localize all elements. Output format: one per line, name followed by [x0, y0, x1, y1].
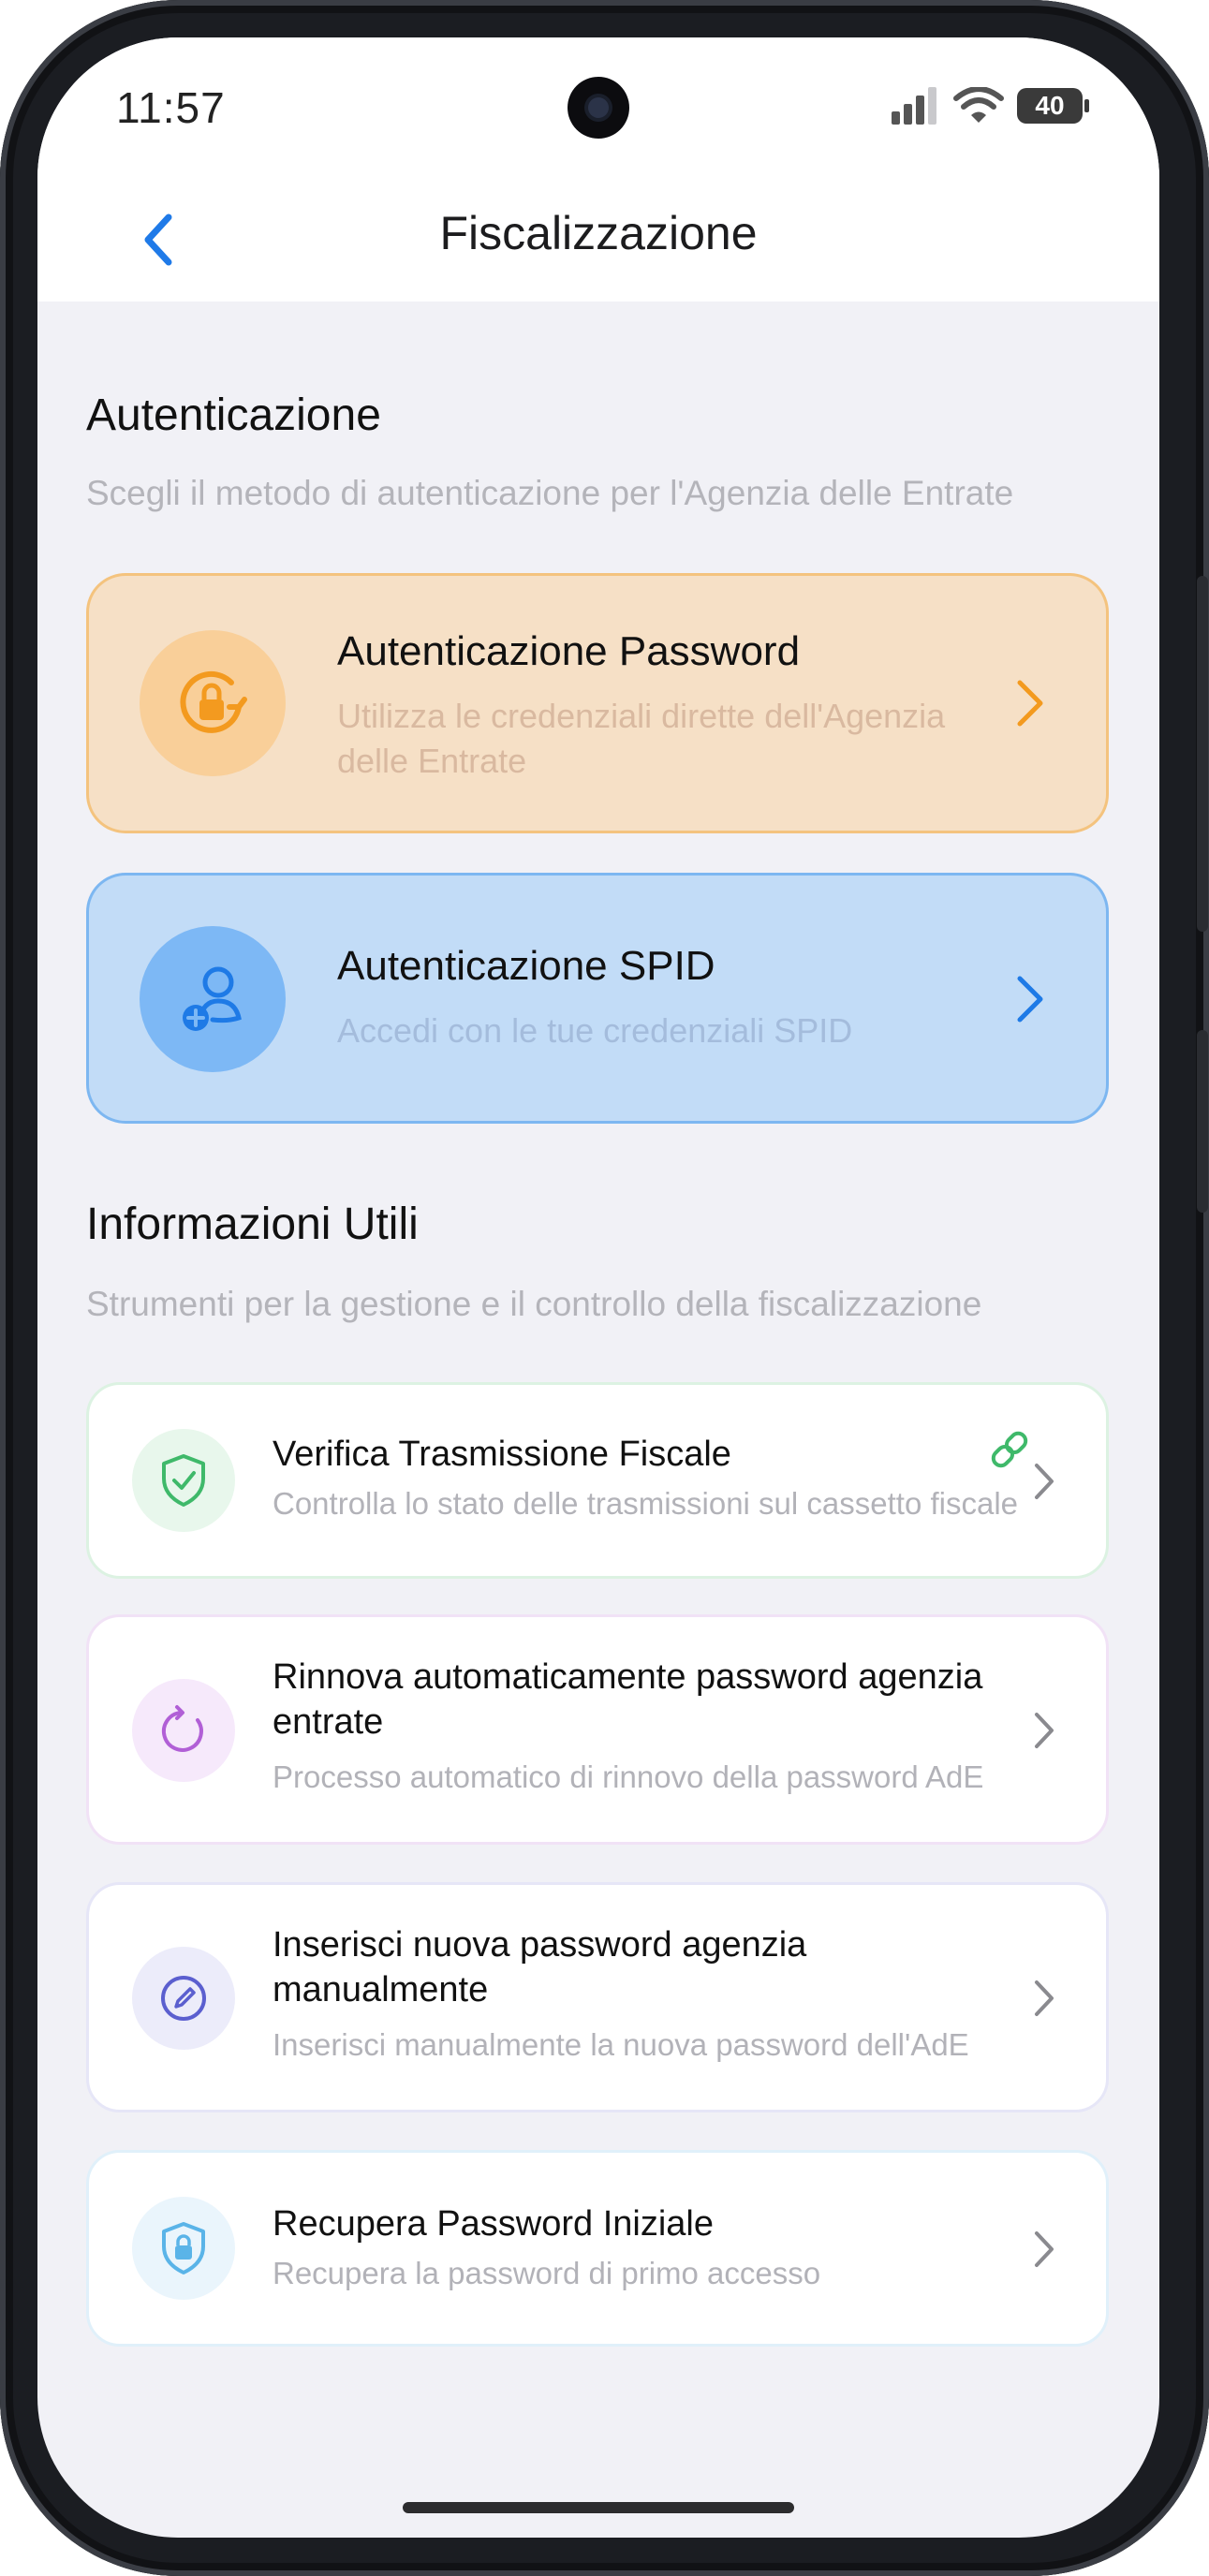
signal-icon	[892, 87, 936, 125]
auto-renew-title: Rinnova automaticamente password agenzia…	[273, 1657, 983, 1742]
edit-icon	[161, 1976, 206, 2021]
lock-shield-icon	[162, 2222, 205, 2274]
home-indicator[interactable]	[403, 2502, 794, 2513]
chevron-right-icon	[1035, 2231, 1054, 2267]
top-bar: 11:57 40 Fiscalizzazione	[37, 37, 1159, 302]
password-auth-title: Autenticazione Password	[337, 628, 801, 674]
chevron-right-icon	[1035, 1980, 1054, 2016]
camera-lens	[588, 97, 609, 118]
auto-renew-password-item[interactable]: Rinnova automaticamente password agenzia…	[86, 1614, 1109, 1845]
recover-password-description: Recupera la password di primo accesso	[273, 2256, 821, 2290]
side-button-upper	[1197, 576, 1208, 932]
spid-auth-title: Autenticazione SPID	[337, 943, 715, 989]
user-add-icon	[183, 966, 242, 1031]
side-button-lower	[1197, 1030, 1208, 1213]
status-time: 11:57	[116, 83, 226, 132]
verify-transmission-item[interactable]: Verifica Trasmissione Fiscale Controlla …	[86, 1382, 1109, 1579]
phone-frame: 11:57 40 Fiscalizzazione Autenticazione …	[0, 0, 1209, 2576]
chevron-right-icon	[1035, 1464, 1054, 1499]
shield-check-icon	[162, 1454, 205, 1507]
manual-password-description: Inserisci manualmente la nuova password …	[273, 2027, 969, 2062]
spid-auth-icon-bg	[140, 926, 286, 1072]
spid-auth-description: Accedi con le tue credenziali SPID	[337, 1011, 853, 1050]
lock-rotate-icon	[180, 670, 247, 733]
recover-password-title: Recupera Password Iniziale	[273, 2204, 715, 2244]
page-title: Fiscalizzazione	[439, 207, 758, 259]
password-auth-description: Utilizza le credenziali dirette dell'Age…	[337, 697, 946, 780]
password-auth-icon-bg	[140, 630, 286, 776]
chevron-right-icon	[1017, 680, 1043, 727]
status-icons: 40	[892, 84, 1089, 127]
wifi-icon	[953, 87, 1004, 123]
manual-password-icon-bg	[132, 1947, 235, 2050]
chevron-right-icon	[1035, 1713, 1054, 1748]
screen: 11:57 40 Fiscalizzazione Autenticazione …	[37, 37, 1159, 2538]
recover-password-icon-bg	[132, 2197, 235, 2300]
manual-password-title: Inserisci nuova password agenzia manualm…	[273, 1925, 807, 2009]
auth-section-subtitle: Scegli il metodo di autenticazione per l…	[86, 474, 1014, 512]
chevron-right-icon	[1017, 976, 1043, 1023]
verify-title: Verifica Trasmissione Fiscale	[273, 1435, 731, 1474]
password-auth-option[interactable]: Autenticazione Password Utilizza le cred…	[86, 573, 1109, 833]
manual-password-item[interactable]: Inserisci nuova password agenzia manualm…	[86, 1882, 1109, 2112]
verify-description: Controlla lo stato delle trasmissioni su…	[273, 1486, 1019, 1521]
auth-section-title: Autenticazione	[86, 390, 381, 440]
auto-renew-description: Processo automatico di rinnovo della pas…	[273, 1759, 984, 1794]
info-section-title: Informazioni Utili	[86, 1200, 419, 1249]
battery-indicator: 40	[1017, 88, 1089, 124]
link-icon[interactable]	[988, 1428, 1031, 1471]
refresh-icon	[161, 1705, 203, 1752]
front-camera	[568, 77, 629, 139]
auto-renew-icon-bg	[132, 1679, 235, 1782]
verify-icon-bg	[132, 1429, 235, 1532]
recover-password-item[interactable]: Recupera Password Iniziale Recupera la p…	[86, 2150, 1109, 2347]
spid-auth-option[interactable]: Autenticazione SPID Accedi con le tue cr…	[86, 873, 1109, 1124]
info-section-subtitle: Strumenti per la gestione e il controllo…	[86, 1285, 982, 1323]
